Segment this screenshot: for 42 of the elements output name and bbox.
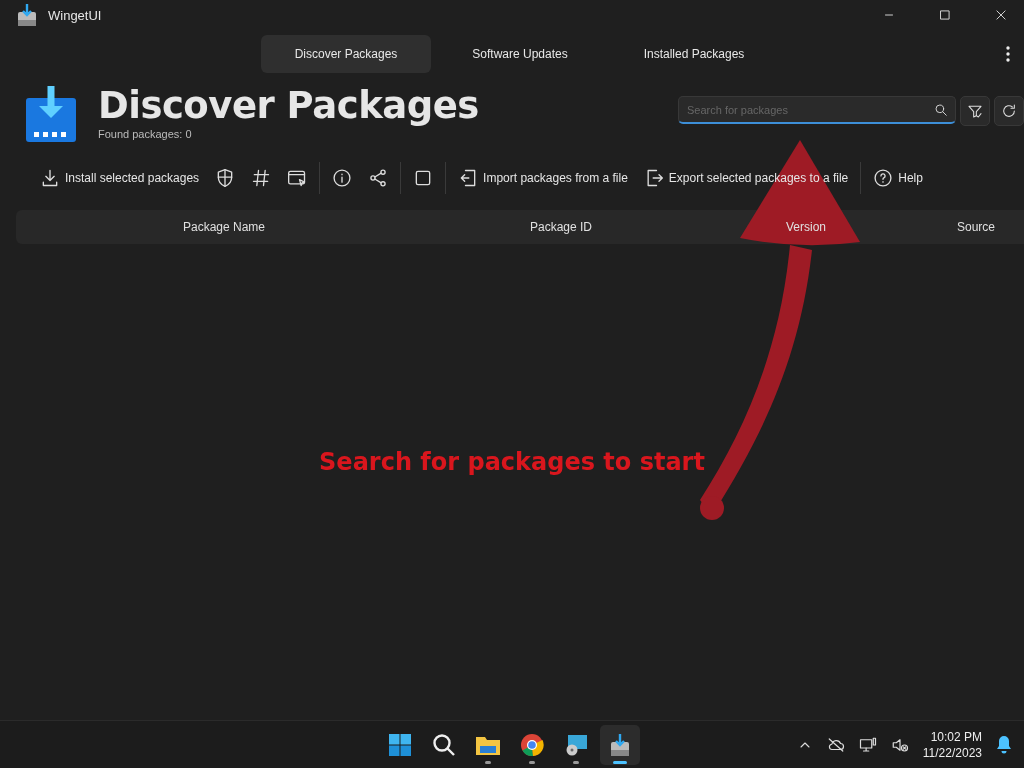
column-header[interactable]: Version [690, 220, 922, 234]
window-title: WingetUI [48, 7, 103, 23]
window-icon [287, 168, 308, 188]
monitor-disc-icon [564, 732, 588, 757]
cloud-off-icon [826, 735, 845, 754]
reload-button[interactable] [994, 96, 1024, 126]
empty-message: Search for packages to start [319, 448, 705, 476]
reload-icon [1001, 103, 1017, 119]
filter-icon [967, 103, 983, 119]
browser-icon [520, 732, 544, 757]
found-count: Found packages: 0 [98, 128, 193, 140]
search-icon [934, 103, 948, 117]
info-icon [332, 168, 353, 188]
taskbar-app[interactable] [600, 724, 640, 765]
tab[interactable]: Discover Packages [261, 35, 431, 73]
column-header[interactable]: Package ID [432, 220, 690, 234]
clock-time: 10:02 PM [930, 728, 982, 745]
page-title: Discover Packages [98, 86, 479, 126]
package-download-icon [16, 3, 38, 27]
column-header[interactable]: Source [922, 220, 1024, 234]
package-download-icon [26, 86, 76, 142]
install-button[interactable]: Install selected packages [32, 161, 208, 195]
help-button[interactable]: Help [865, 161, 931, 195]
help-icon [873, 168, 894, 188]
import-button[interactable]: Import packages from a file [450, 161, 636, 195]
maximize-icon [938, 8, 952, 22]
package-download-icon [609, 732, 631, 757]
windows-logo-icon [388, 732, 412, 757]
hash-icon [251, 168, 272, 188]
tab[interactable]: Installed Packages [609, 35, 779, 73]
filter-button[interactable] [960, 96, 990, 126]
search-field[interactable]: Search for packages [678, 96, 956, 124]
download-icon [40, 168, 60, 188]
bell-icon [996, 735, 1012, 754]
tab[interactable]: Software Updates [435, 35, 605, 73]
search-icon [432, 732, 456, 757]
column-header[interactable]: Package Name [16, 220, 432, 234]
close-icon [994, 8, 1008, 22]
share-icon [368, 168, 389, 188]
network-icon [858, 735, 877, 754]
more-icon [1006, 46, 1010, 62]
clock-date: 11/22/2023 [922, 744, 982, 761]
